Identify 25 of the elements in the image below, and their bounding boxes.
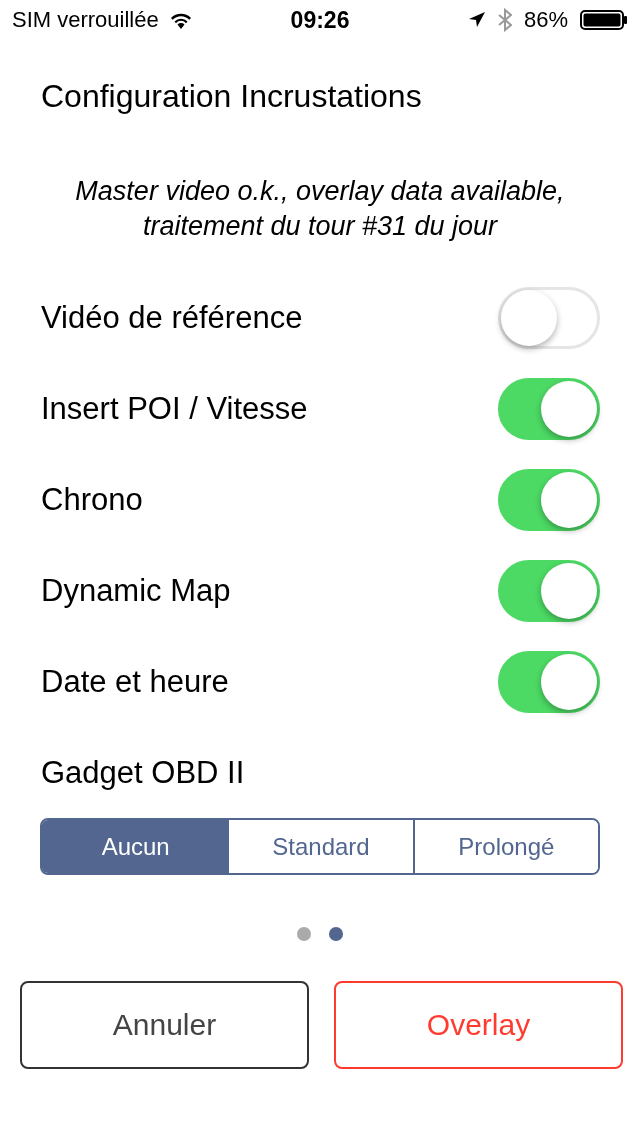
screen-title: Configuration Incrustations xyxy=(41,77,423,116)
setting-label: Chrono xyxy=(41,481,143,518)
page-dot[interactable] xyxy=(297,927,311,941)
wifi-icon xyxy=(168,11,193,29)
status-message: Master video o.k., overlay data available, traitement du tour #31 du jour xyxy=(74,175,566,243)
bluetooth-icon xyxy=(497,8,512,32)
primary-button[interactable]: Overlay xyxy=(334,981,623,1069)
battery-percent: 86% xyxy=(523,7,568,33)
setting-label: Dynamic Map xyxy=(41,572,231,609)
cancel-button[interactable]: Annuler xyxy=(20,981,309,1069)
segment-tab[interactable]: Prolongé xyxy=(412,820,598,873)
setting-label: Vidéo de référence xyxy=(41,299,303,336)
clock-time: 09:26 xyxy=(290,6,350,34)
toggle-switch[interactable] xyxy=(498,377,600,440)
toggle-switch[interactable] xyxy=(498,468,600,531)
toggle-switch[interactable] xyxy=(498,559,600,622)
toggle-switch[interactable] xyxy=(498,650,600,713)
carrier-name: SIM verrouillée xyxy=(12,7,159,33)
location-arrow-icon xyxy=(467,11,486,29)
battery-icon xyxy=(580,10,628,30)
setting-label: Insert POI / Vitesse xyxy=(41,390,308,427)
page-dot[interactable] xyxy=(329,927,343,941)
setting-label: Date et heure xyxy=(41,663,229,700)
setting-label: Gadget OBD II xyxy=(41,754,246,792)
segment-tab[interactable]: Aucun xyxy=(42,820,228,873)
